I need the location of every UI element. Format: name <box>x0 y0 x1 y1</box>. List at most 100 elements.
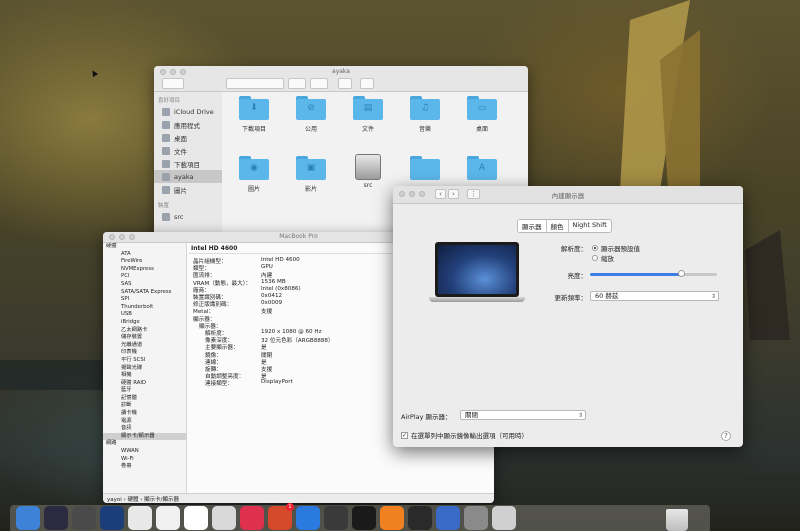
hardware-tree[interactable]: 硬體 ATA FireWire NVMExpress PCI SAS SATA/SATA E… <box>103 243 187 493</box>
tree-item[interactable]: Wi-Fi <box>103 456 186 464</box>
tree-item[interactable]: 光纖通道 <box>103 342 186 350</box>
folder-downloads[interactable]: ⬇ 下載項目 <box>224 96 284 133</box>
folder-desktop[interactable]: ▭ 桌面 <box>452 96 512 133</box>
dock-app-icon[interactable] <box>100 506 124 530</box>
sidebar-item-pictures[interactable]: 圖片 <box>154 183 222 196</box>
tree-item[interactable]: 電源 <box>103 418 186 426</box>
dock-app-icon[interactable] <box>212 506 236 530</box>
tree-item[interactable]: iBridge <box>103 319 186 327</box>
tab-color[interactable]: 顏色 <box>547 220 569 232</box>
tree-item[interactable]: FireWire <box>103 258 186 266</box>
sidebar-item-icloud[interactable]: iCloud Drive <box>154 105 222 118</box>
tree-item[interactable]: NVMExpress <box>103 266 186 274</box>
slider-knob[interactable] <box>678 270 686 277</box>
tab-display[interactable]: 顯示器 <box>518 220 547 232</box>
tree-item[interactable]: PCI <box>103 273 186 281</box>
tree-item[interactable]: 診斷 <box>103 402 186 410</box>
sidebar-item-src[interactable]: src <box>154 210 222 223</box>
display-preferences-window[interactable]: ‹ › ⋮ 內建顯示器 顯示器 顏色 Night Shift 解析度： 顯示器預… <box>393 186 743 447</box>
download-icon <box>162 159 170 168</box>
folder-music[interactable]: ♫ 音樂 <box>395 96 455 133</box>
dock-app-icon[interactable] <box>352 506 376 530</box>
trash-icon[interactable] <box>666 509 688 531</box>
folder-applications[interactable]: A <box>452 156 512 184</box>
finder-titlebar[interactable]: ayaka <box>154 66 528 92</box>
tree-item[interactable]: Thunderbolt <box>103 304 186 312</box>
pictures-icon <box>162 185 170 194</box>
folder-pictures[interactable]: ◉ 圖片 <box>224 156 284 193</box>
tree-item[interactable]: WWAN <box>103 448 186 456</box>
tree-item[interactable]: ATA <box>103 251 186 259</box>
sidebar-item-home[interactable]: ayaka <box>154 170 222 183</box>
drive-src[interactable]: src <box>338 154 398 189</box>
folder-icon: ▤ <box>353 96 383 120</box>
tree-item[interactable]: 音訊 <box>103 425 186 433</box>
tab-night-shift[interactable]: Night Shift <box>569 220 611 232</box>
dock-app-icon[interactable] <box>184 506 208 530</box>
tags-button[interactable] <box>360 78 374 89</box>
tree-item[interactable]: 卷冊 <box>103 463 186 471</box>
mirroring-checkbox[interactable]: ✓ 在選單列中顯示鏡像輸出選項（可用時） <box>401 430 528 440</box>
notification-badge: 1 <box>286 503 294 511</box>
finder-title: ayaka <box>332 68 350 75</box>
tree-item[interactable]: 讀卡機 <box>103 410 186 418</box>
tree-category[interactable]: 硬體 <box>103 243 186 251</box>
tree-item[interactable]: 印表機 <box>103 349 186 357</box>
folder-item[interactable] <box>395 156 455 184</box>
folder-movies[interactable]: ▣ 影片 <box>281 156 341 193</box>
drive-icon <box>162 212 170 221</box>
detail-value: 0x0009 <box>261 300 283 307</box>
tree-item[interactable]: SPI <box>103 296 186 304</box>
radio-default-resolution[interactable]: 顯示器預設值 <box>592 243 640 253</box>
tree-item[interactable]: USB <box>103 311 186 319</box>
folder-public[interactable]: ⊘ 公用 <box>281 96 341 133</box>
dock-app-icon[interactable] <box>156 506 180 530</box>
sidebar-item-downloads[interactable]: 下載項目 <box>154 157 222 170</box>
sidebar-item-applications[interactable]: 應用程式 <box>154 118 222 131</box>
tree-item[interactable]: 揚聲光碟 <box>103 365 186 373</box>
favorites-heading: 喜好項目 <box>158 98 181 104</box>
tree-item[interactable]: 硬體 RAID <box>103 380 186 388</box>
radio-scaled[interactable]: 縮放 <box>592 253 614 263</box>
share-button[interactable] <box>338 78 352 89</box>
dock-app-icon[interactable] <box>16 506 40 530</box>
dock-app-icon[interactable]: 1 <box>268 503 294 530</box>
sidebar-item-desktop[interactable]: 桌面 <box>154 131 222 144</box>
tree-item[interactable]: 藍牙 <box>103 387 186 395</box>
dock-app-icon[interactable] <box>380 506 404 530</box>
tree-item[interactable]: SAS <box>103 281 186 289</box>
prefs-title: 內建顯示器 <box>551 192 585 200</box>
dock-app-icon[interactable] <box>492 506 516 530</box>
tree-item[interactable]: 平行 SCSI <box>103 357 186 365</box>
folder-documents[interactable]: ▤ 文件 <box>338 96 398 133</box>
back-forward-buttons[interactable] <box>162 78 184 89</box>
dock-app-icon[interactable] <box>44 506 68 530</box>
tree-item[interactable]: SATA/SATA Express <box>103 289 186 297</box>
dock-app-icon[interactable] <box>436 506 460 530</box>
airplay-select[interactable]: 關閉 ⇕ <box>460 410 586 420</box>
detail-value: 0x0412 <box>261 293 283 299</box>
tree-item[interactable]: 相機 <box>103 372 186 380</box>
tree-item[interactable]: 儲存裝置 <box>103 334 186 342</box>
detail-value: 支援 <box>261 309 273 316</box>
prefs-tabs[interactable]: 顯示器 顏色 Night Shift <box>517 219 612 233</box>
tree-item[interactable]: 記憶體 <box>103 395 186 403</box>
dock-app-icon[interactable] <box>324 506 348 530</box>
refresh-rate-select[interactable]: 60 赫茲 ⇕ <box>590 291 719 301</box>
dock-app-icon[interactable] <box>296 506 320 530</box>
prefs-titlebar[interactable]: ‹ › ⋮ 內建顯示器 <box>393 186 743 204</box>
tree-item[interactable]: 乙太網路卡 <box>103 327 186 335</box>
action-gear-button[interactable] <box>310 78 328 89</box>
dock-app-icon[interactable] <box>240 506 264 530</box>
help-button[interactable]: ? <box>721 431 731 441</box>
brightness-slider[interactable] <box>590 270 717 277</box>
sidebar-item-documents[interactable]: 文件 <box>154 144 222 157</box>
tree-category[interactable]: 網路 <box>103 440 186 448</box>
dock-app-icon[interactable] <box>72 506 96 530</box>
dock-app-icon[interactable] <box>128 506 152 530</box>
view-mode-buttons[interactable] <box>226 78 284 89</box>
dock-app-icon[interactable] <box>408 506 432 530</box>
detail-value: GPU <box>261 264 273 271</box>
group-button[interactable] <box>288 78 306 89</box>
dock-app-icon[interactable] <box>464 506 488 530</box>
